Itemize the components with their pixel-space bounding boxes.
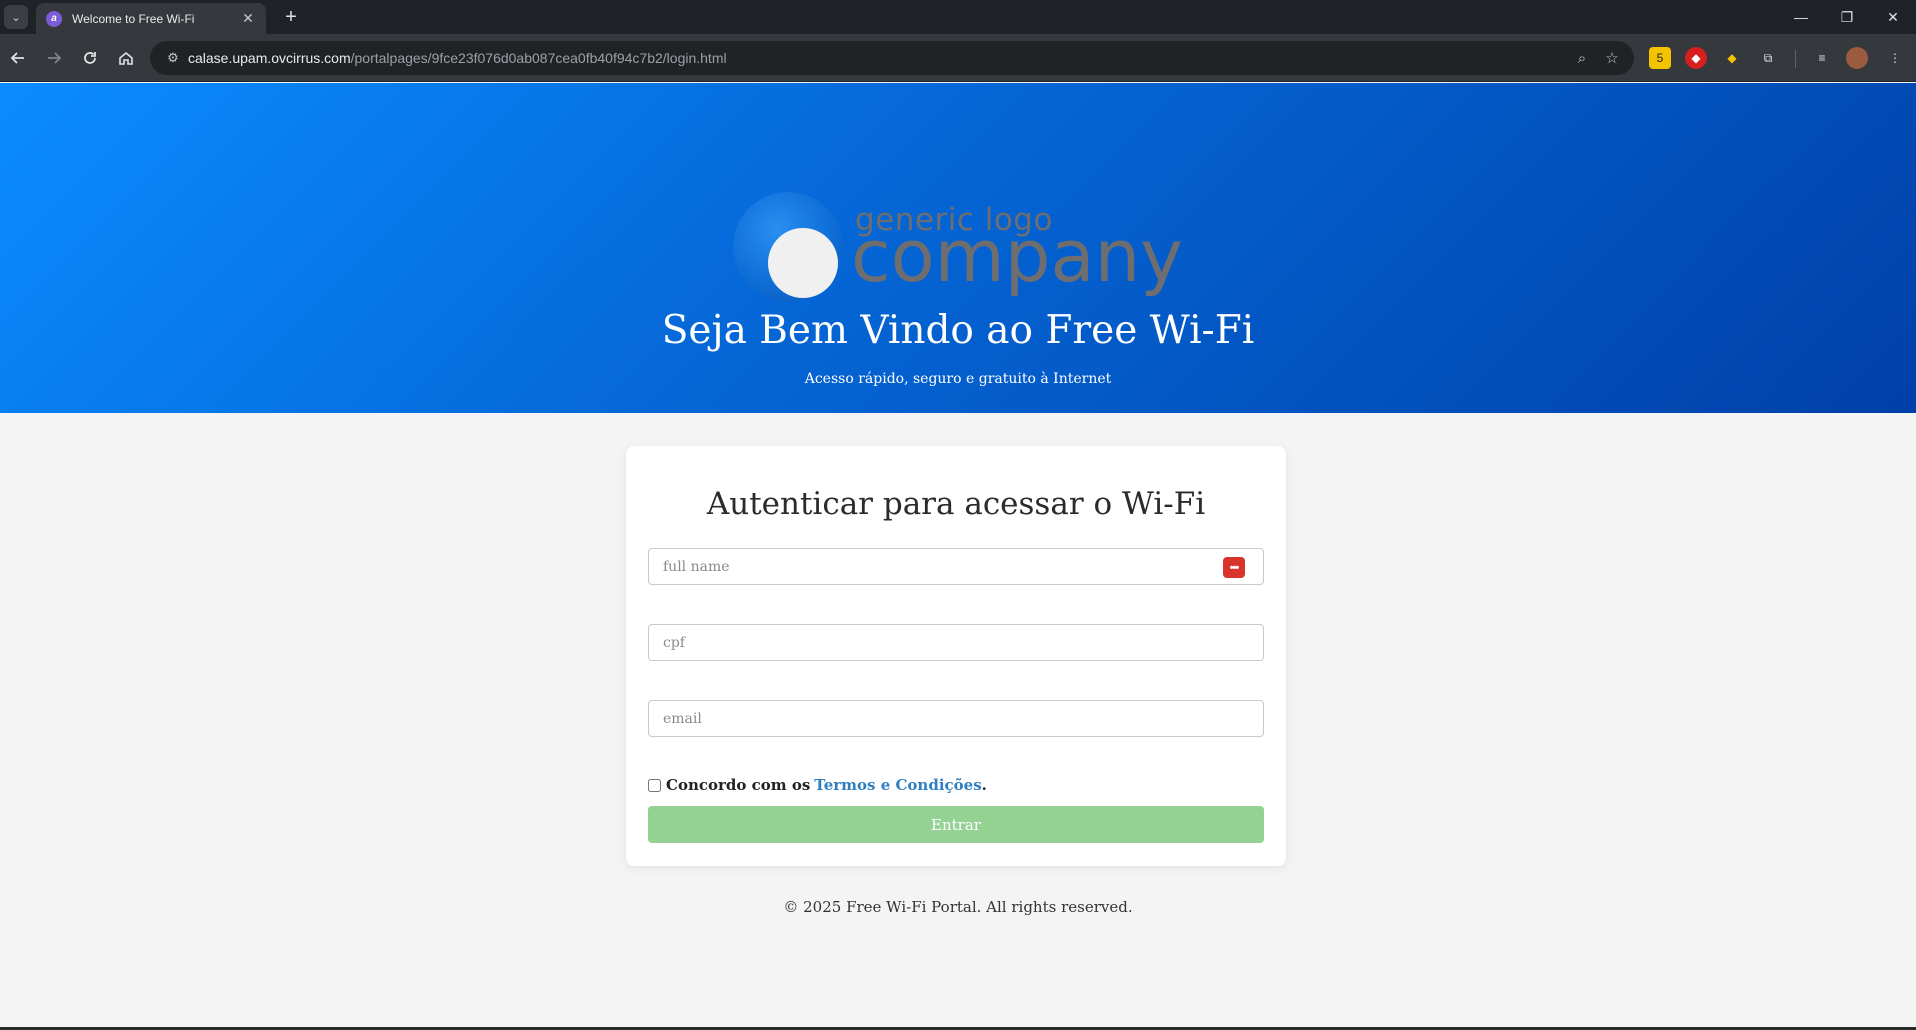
terms-link[interactable]: Termos e Condições xyxy=(814,776,981,794)
terms-checkbox[interactable] xyxy=(648,778,661,792)
extension-badge-icon[interactable]: 5 xyxy=(1649,47,1671,69)
extension-yellow-icon[interactable]: ◆ xyxy=(1721,47,1743,69)
browser-toolbar: ⚙ calase.upam.ovcirrus.com/portalpages/9… xyxy=(0,34,1916,82)
tab-title: Welcome to Free Wi-Fi xyxy=(72,11,195,26)
email-field xyxy=(648,700,1264,737)
reload-icon[interactable] xyxy=(76,44,104,72)
footer-copyright: © 2025 Free Wi-Fi Portal. All rights res… xyxy=(783,898,1133,916)
login-title: Autenticar para acessar o Wi-Fi xyxy=(706,486,1206,522)
zoom-icon[interactable]: ⌕ xyxy=(1572,48,1592,68)
full-name-input[interactable] xyxy=(649,549,1263,584)
terms-prefix-text: Concordo com os xyxy=(666,776,811,794)
browser-menu-icon[interactable]: ⋮ xyxy=(1884,47,1906,69)
minimize-button[interactable]: — xyxy=(1778,0,1824,34)
toolbar-divider xyxy=(1795,50,1796,68)
terms-agreement: Concordo com os Termos e Condições . xyxy=(648,776,987,794)
url-text: calase.upam.ovcirrus.com/portalpages/9fc… xyxy=(188,50,727,66)
close-window-button[interactable]: ✕ xyxy=(1870,0,1916,34)
browser-tab-bar: ⌄ a Welcome to Free Wi-Fi ✕ + — ❐ ✕ xyxy=(0,0,1916,34)
submit-button[interactable]: Entrar xyxy=(648,806,1264,843)
company-logo: generic logo company xyxy=(733,192,1183,302)
cpf-field xyxy=(648,624,1264,661)
browser-tab[interactable]: a Welcome to Free Wi-Fi ✕ xyxy=(36,3,266,34)
full-name-field: ••• xyxy=(648,548,1264,585)
terms-suffix-text: . xyxy=(981,776,987,794)
login-card: Autenticar para acessar o Wi-Fi ••• Conc… xyxy=(626,446,1286,866)
tab-search-button[interactable]: ⌄ xyxy=(4,5,28,29)
cpf-input[interactable] xyxy=(649,625,1263,660)
hero-title: Seja Bem Vindo ao Free Wi-Fi xyxy=(661,308,1255,353)
extension-red-icon[interactable]: ◆ xyxy=(1685,47,1707,69)
tab-close-icon[interactable]: ✕ xyxy=(240,10,256,27)
bookmark-star-icon[interactable]: ☆ xyxy=(1602,48,1622,68)
address-bar[interactable]: ⚙ calase.upam.ovcirrus.com/portalpages/9… xyxy=(150,41,1634,75)
restore-button[interactable]: ❐ xyxy=(1824,0,1870,34)
site-info-icon[interactable]: ⚙ xyxy=(158,50,188,66)
hero-subtitle: Acesso rápido, seguro e gratuito à Inter… xyxy=(804,371,1112,387)
profile-avatar[interactable] xyxy=(1846,47,1868,69)
new-tab-button[interactable]: + xyxy=(278,4,304,30)
email-input[interactable] xyxy=(649,701,1263,736)
home-icon[interactable] xyxy=(112,44,140,72)
logo-big-text: company xyxy=(851,214,1183,298)
back-arrow-icon[interactable] xyxy=(4,44,32,72)
logo-inner-circle xyxy=(768,228,838,298)
media-controls-icon[interactable]: ≡ xyxy=(1811,47,1833,69)
hero-banner: generic logo company xyxy=(0,83,1916,413)
forward-arrow-icon[interactable] xyxy=(40,44,68,72)
extensions-puzzle-icon[interactable]: ⧉ xyxy=(1757,47,1779,69)
extension-badge-count: 5 xyxy=(1656,51,1664,65)
password-manager-icon[interactable]: ••• xyxy=(1223,557,1245,578)
window-controls: — ❐ ✕ xyxy=(1778,0,1916,34)
site-favicon-icon: a xyxy=(46,10,62,27)
